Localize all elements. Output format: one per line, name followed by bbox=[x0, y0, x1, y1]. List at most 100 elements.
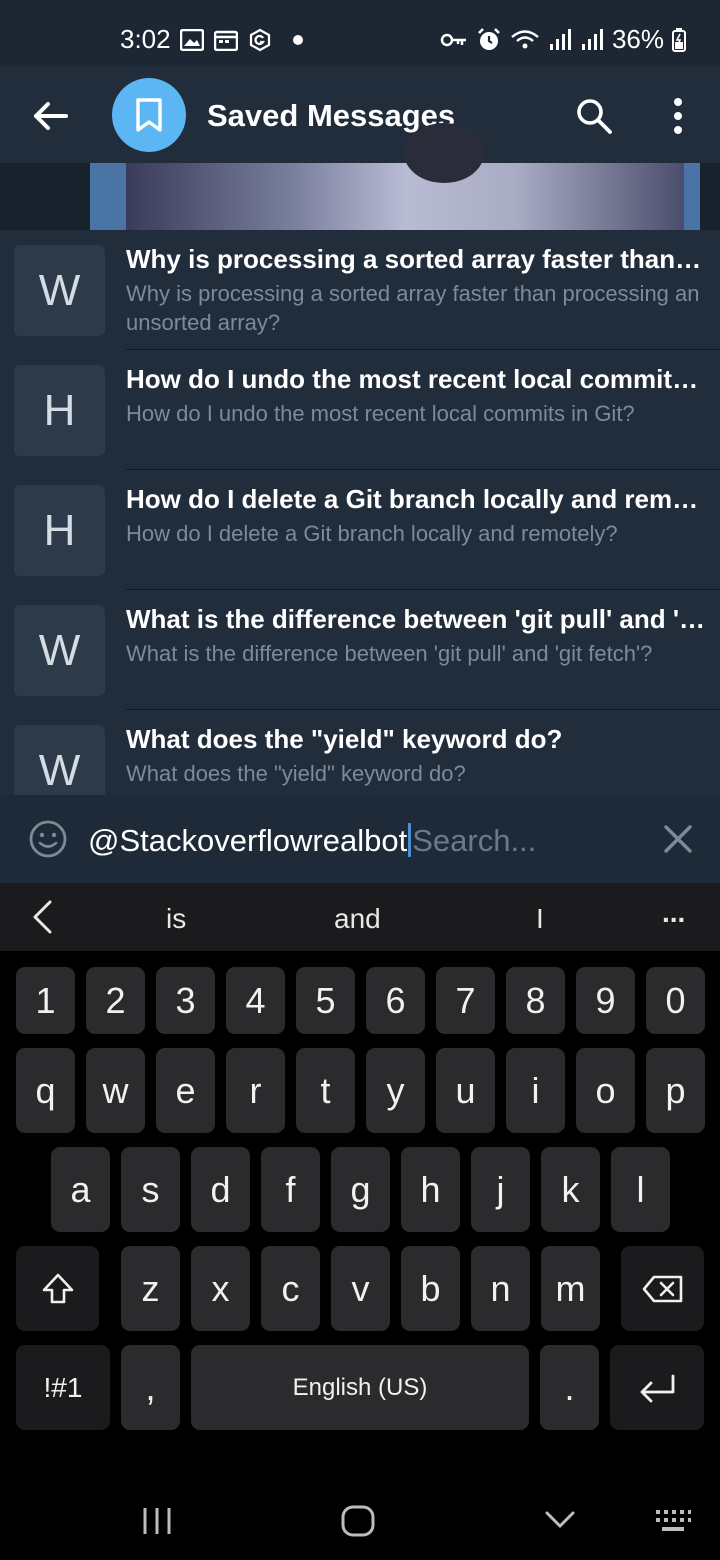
result-item[interactable]: H How do I delete a Git branch locally a… bbox=[0, 470, 720, 590]
gallery-icon bbox=[180, 29, 204, 51]
key-t[interactable]: t bbox=[296, 1048, 355, 1133]
result-thumbnail: W bbox=[14, 245, 105, 336]
key-3[interactable]: 3 bbox=[156, 967, 215, 1034]
result-item[interactable]: H How do I undo the most recent local co… bbox=[0, 350, 720, 470]
result-thumbnail: H bbox=[14, 485, 105, 576]
input-placeholder: Search... bbox=[412, 823, 537, 858]
message-photo[interactable] bbox=[90, 123, 700, 230]
result-title: How do I delete a Git branch locally and… bbox=[126, 484, 706, 514]
suggestion-word[interactable]: and bbox=[334, 903, 381, 935]
battery-charging-icon bbox=[672, 27, 686, 52]
period-key[interactable]: . bbox=[540, 1345, 599, 1430]
key-z[interactable]: z bbox=[121, 1246, 180, 1331]
backspace-key[interactable] bbox=[621, 1246, 704, 1331]
key-c[interactable]: c bbox=[261, 1246, 320, 1331]
emoji-icon[interactable] bbox=[28, 819, 68, 859]
key-m[interactable]: m bbox=[541, 1246, 600, 1331]
result-subtitle: Why is processing a sorted array faster … bbox=[126, 281, 700, 335]
keyboard-suggestion-bar: is and I ... bbox=[0, 883, 720, 951]
chevron-down-icon[interactable] bbox=[544, 1510, 576, 1530]
home-icon[interactable] bbox=[340, 1504, 376, 1538]
notification-dot-icon bbox=[293, 35, 303, 45]
shift-key[interactable] bbox=[16, 1246, 99, 1331]
signal-2-icon bbox=[581, 28, 603, 50]
key-l[interactable]: l bbox=[611, 1147, 670, 1232]
key-k[interactable]: k bbox=[541, 1147, 600, 1232]
result-subtitle: What does the "yield" keyword do? bbox=[126, 761, 466, 786]
key-i[interactable]: i bbox=[506, 1048, 565, 1133]
key-s[interactable]: s bbox=[121, 1147, 180, 1232]
on-screen-keyboard: 1 2 3 4 5 6 7 8 9 0 q w e r t y u i o p … bbox=[0, 951, 720, 1560]
chat-header: Saved Messages bbox=[0, 66, 720, 163]
more-suggestions-button[interactable]: ... bbox=[662, 897, 685, 929]
more-vertical-icon[interactable] bbox=[660, 94, 696, 138]
close-icon[interactable] bbox=[660, 821, 696, 857]
key-o[interactable]: o bbox=[576, 1048, 635, 1133]
key-q[interactable]: q bbox=[16, 1048, 75, 1133]
key-u[interactable]: u bbox=[436, 1048, 495, 1133]
comma-key[interactable]: , bbox=[121, 1345, 180, 1430]
g-app-icon bbox=[249, 28, 271, 52]
enter-key[interactable] bbox=[610, 1345, 704, 1430]
bookmark-icon bbox=[136, 98, 162, 132]
key-h[interactable]: h bbox=[401, 1147, 460, 1232]
result-item[interactable]: W What is the difference between 'git pu… bbox=[0, 590, 720, 710]
key-2[interactable]: 2 bbox=[86, 967, 145, 1034]
result-title: How do I undo the most recent local comm… bbox=[126, 364, 706, 394]
result-title: What is the difference between 'git pull… bbox=[126, 604, 706, 634]
key-w[interactable]: w bbox=[86, 1048, 145, 1133]
signal-1-icon bbox=[549, 28, 571, 50]
battery-percent: 36% bbox=[611, 24, 664, 54]
saved-messages-avatar[interactable] bbox=[112, 78, 186, 152]
key-9[interactable]: 9 bbox=[576, 967, 635, 1034]
key-v[interactable]: v bbox=[331, 1246, 390, 1331]
suggestion-word[interactable]: is bbox=[166, 903, 186, 935]
result-subtitle: How do I delete a Git branch locally and… bbox=[126, 521, 618, 546]
key-1[interactable]: 1 bbox=[16, 967, 75, 1034]
key-j[interactable]: j bbox=[471, 1147, 530, 1232]
result-title: What does the "yield" keyword do? bbox=[126, 724, 563, 754]
symbols-key[interactable]: !#1 bbox=[16, 1345, 110, 1430]
inline-results-panel: W Why is processing a sorted array faste… bbox=[0, 230, 720, 795]
backspace-icon bbox=[642, 1275, 682, 1302]
key-d[interactable]: d bbox=[191, 1147, 250, 1232]
key-a[interactable]: a bbox=[51, 1147, 110, 1232]
key-x[interactable]: x bbox=[191, 1246, 250, 1331]
message-input[interactable]: @Stackoverflowrealbot Search... bbox=[88, 823, 536, 859]
chat-message-preview bbox=[0, 123, 720, 230]
key-e[interactable]: e bbox=[156, 1048, 215, 1133]
result-item[interactable]: W Why is processing a sorted array faste… bbox=[0, 230, 720, 350]
recent-apps-icon[interactable] bbox=[140, 1506, 174, 1536]
result-thumbnail: W bbox=[14, 605, 105, 696]
result-title: Why is processing a sorted array faster … bbox=[126, 244, 706, 274]
key-8[interactable]: 8 bbox=[506, 967, 565, 1034]
enter-icon bbox=[640, 1374, 675, 1402]
chevron-left-icon[interactable] bbox=[30, 899, 54, 935]
key-f[interactable]: f bbox=[261, 1147, 320, 1232]
result-item[interactable]: W What does the "yield" keyword do? What… bbox=[0, 710, 720, 795]
status-time: 3:02 bbox=[120, 24, 171, 54]
key-n[interactable]: n bbox=[471, 1246, 530, 1331]
key-p[interactable]: p bbox=[646, 1048, 705, 1133]
space-key[interactable]: English (US) bbox=[191, 1345, 529, 1430]
search-icon[interactable] bbox=[574, 96, 614, 136]
result-thumbnail: W bbox=[14, 725, 105, 795]
key-r[interactable]: r bbox=[226, 1048, 285, 1133]
page-title[interactable]: Saved Messages bbox=[207, 98, 455, 134]
key-b[interactable]: b bbox=[401, 1246, 460, 1331]
key-7[interactable]: 7 bbox=[436, 967, 495, 1034]
key-y[interactable]: y bbox=[366, 1048, 425, 1133]
suggestion-word[interactable]: I bbox=[536, 903, 544, 935]
alarm-icon bbox=[478, 27, 500, 50]
system-nav-bar bbox=[0, 1470, 720, 1560]
key-icon bbox=[440, 33, 466, 46]
back-arrow-icon[interactable] bbox=[28, 94, 72, 138]
input-value: @Stackoverflowrealbot bbox=[88, 823, 408, 858]
key-5[interactable]: 5 bbox=[296, 967, 355, 1034]
key-g[interactable]: g bbox=[331, 1147, 390, 1232]
key-0[interactable]: 0 bbox=[646, 967, 705, 1034]
calendar-icon bbox=[214, 30, 238, 51]
key-6[interactable]: 6 bbox=[366, 967, 425, 1034]
keyboard-switch-icon[interactable] bbox=[654, 1508, 692, 1534]
key-4[interactable]: 4 bbox=[226, 967, 285, 1034]
